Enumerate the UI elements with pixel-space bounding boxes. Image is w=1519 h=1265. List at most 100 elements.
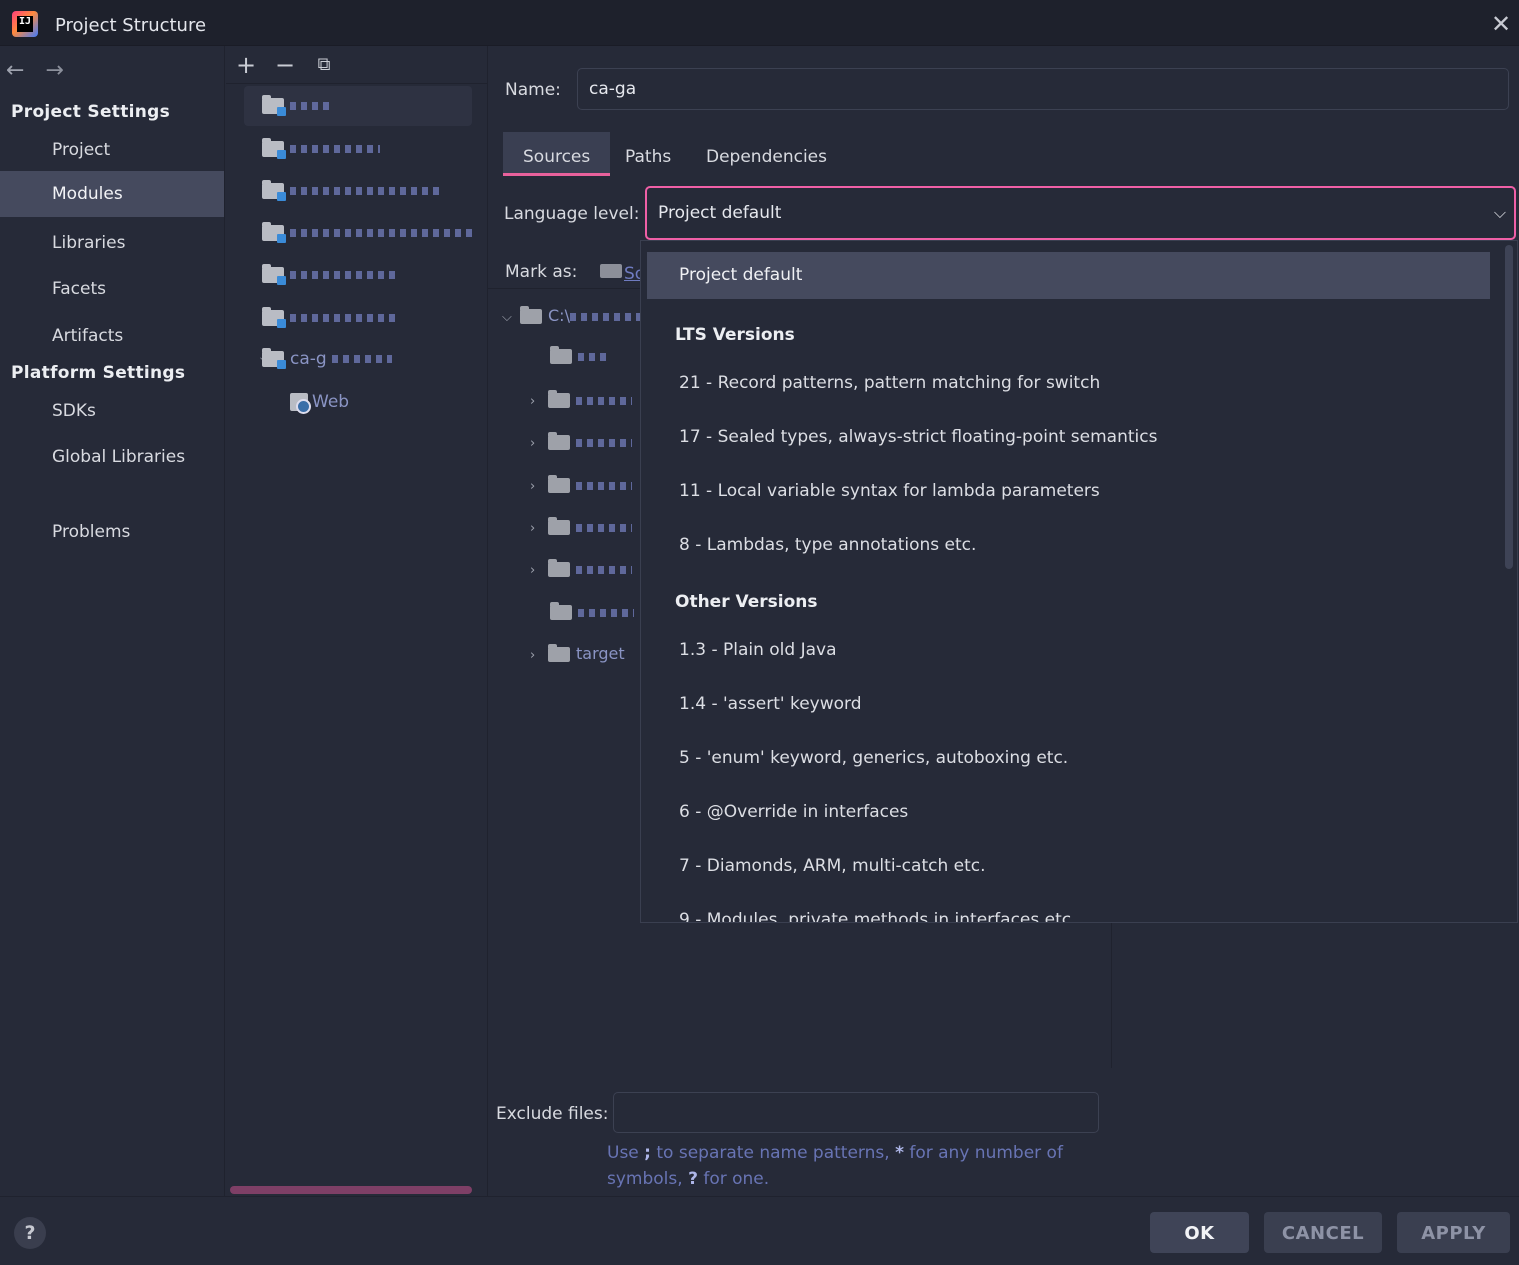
exclude-files-hint: Use ; to separate name patterns, * for a… bbox=[607, 1143, 1063, 1189]
lts-versions-header: LTS Versions bbox=[675, 325, 795, 345]
other-versions-header: Other Versions bbox=[675, 592, 818, 612]
chevron-right-icon[interactable]: › bbox=[530, 472, 548, 502]
name-label: Name: bbox=[505, 80, 561, 100]
language-option[interactable]: 17 - Sealed types, always-strict floatin… bbox=[679, 422, 1157, 452]
language-option[interactable]: 1.4 - 'assert' keyword bbox=[679, 689, 862, 719]
facet-row-web[interactable]: Web bbox=[244, 382, 472, 422]
folder-row[interactable]: › bbox=[530, 385, 632, 415]
folder-icon bbox=[548, 432, 570, 450]
chevron-down-icon[interactable]: ⌵ bbox=[502, 303, 520, 333]
language-option-project-default[interactable]: Project default bbox=[647, 252, 1490, 299]
back-arrow-icon[interactable]: ← bbox=[6, 58, 40, 83]
module-folder-icon bbox=[262, 138, 286, 159]
folder-icon bbox=[520, 306, 542, 324]
content-root-path: C:\ bbox=[548, 306, 570, 325]
folder-icon bbox=[548, 475, 570, 493]
language-level-label: Language level: bbox=[504, 204, 640, 224]
target-folder-name: target bbox=[576, 644, 625, 663]
cancel-button[interactable]: CANCEL bbox=[1264, 1212, 1382, 1253]
language-option[interactable]: 21 - Record patterns, pattern matching f… bbox=[679, 368, 1100, 398]
horizontal-scrollbar[interactable] bbox=[230, 1186, 472, 1194]
module-row[interactable] bbox=[244, 213, 472, 253]
language-option[interactable]: 9 - Modules, private methods in interfac… bbox=[679, 905, 1077, 922]
chevron-right-icon[interactable]: › bbox=[530, 387, 548, 417]
mark-as-label: Mark as: bbox=[505, 262, 578, 282]
module-folder-icon bbox=[262, 180, 286, 201]
history-nav: ← → bbox=[6, 58, 79, 83]
module-folder-icon bbox=[262, 222, 286, 243]
tab-paths[interactable]: Paths bbox=[625, 132, 671, 176]
close-icon[interactable]: ✕ bbox=[1489, 12, 1513, 36]
add-icon[interactable]: + bbox=[233, 52, 259, 78]
language-level-dropdown: Project default LTS Versions 21 - Record… bbox=[640, 240, 1518, 923]
nav-item-global-libraries[interactable]: Global Libraries bbox=[0, 434, 224, 480]
module-row[interactable] bbox=[244, 298, 472, 338]
module-folder-icon bbox=[262, 307, 286, 328]
remove-icon[interactable]: − bbox=[272, 52, 298, 78]
sources-folder-icon bbox=[600, 264, 622, 278]
chevron-down-icon: ⌵ bbox=[1493, 203, 1506, 222]
module-row[interactable] bbox=[244, 171, 472, 211]
folder-row[interactable]: › bbox=[530, 512, 632, 542]
apply-button[interactable]: APPLY bbox=[1397, 1212, 1510, 1253]
language-option[interactable]: 7 - Diamonds, ARM, multi-catch etc. bbox=[679, 851, 986, 881]
folder-icon bbox=[550, 346, 572, 364]
nav-item-facets[interactable]: Facets bbox=[0, 266, 224, 312]
forward-arrow-icon[interactable]: → bbox=[45, 58, 79, 83]
language-level-select[interactable]: Project default ⌵ bbox=[645, 186, 1516, 240]
title-bar: IJ Project Structure ✕ bbox=[0, 0, 1519, 46]
nav-item-artifacts[interactable]: Artifacts bbox=[0, 313, 224, 359]
module-tree-panel: + − ⧉ ⌵ca-g Web bbox=[226, 46, 488, 1196]
tab-sources[interactable]: Sources bbox=[503, 132, 611, 176]
folder-icon bbox=[548, 517, 570, 535]
folder-icon bbox=[548, 390, 570, 408]
language-option[interactable]: 6 - @Override in interfaces bbox=[679, 797, 908, 827]
chevron-right-icon[interactable]: › bbox=[530, 556, 548, 586]
language-option[interactable]: 1.3 - Plain old Java bbox=[679, 635, 837, 665]
module-row-expanded[interactable]: ⌵ca-g bbox=[244, 339, 472, 379]
chevron-right-icon[interactable]: › bbox=[530, 429, 548, 459]
module-name: ca-g bbox=[290, 349, 327, 369]
project-settings-header: Project Settings bbox=[11, 102, 171, 122]
exclude-files-input[interactable] bbox=[613, 1092, 1099, 1133]
module-row[interactable] bbox=[244, 129, 472, 169]
module-row[interactable] bbox=[244, 255, 472, 295]
web-facet-icon bbox=[290, 393, 311, 414]
language-level-value: Project default bbox=[658, 203, 782, 223]
module-folder-icon bbox=[262, 95, 286, 116]
exclude-files-label: Exclude files: bbox=[496, 1104, 609, 1124]
chevron-right-icon[interactable]: › bbox=[530, 514, 548, 544]
nav-item-project[interactable]: Project bbox=[0, 127, 224, 173]
copy-icon[interactable]: ⧉ bbox=[311, 52, 337, 78]
content-root-row[interactable]: ⌵ C:\ bbox=[502, 301, 640, 331]
folder-row[interactable]: › bbox=[530, 427, 632, 457]
language-option[interactable]: 8 - Lambdas, type annotations etc. bbox=[679, 530, 976, 560]
nav-item-modules[interactable]: Modules bbox=[0, 171, 224, 217]
ok-button[interactable]: OK bbox=[1150, 1212, 1249, 1253]
module-folder-icon bbox=[262, 348, 286, 369]
language-option[interactable]: 5 - 'enum' keyword, generics, autoboxing… bbox=[679, 743, 1068, 773]
help-icon[interactable]: ? bbox=[14, 1217, 46, 1249]
module-row[interactable] bbox=[244, 86, 472, 126]
folder-row[interactable] bbox=[550, 341, 608, 371]
nav-item-problems[interactable]: Problems bbox=[0, 509, 224, 555]
folder-icon bbox=[548, 559, 570, 577]
module-toolbar: + − ⧉ bbox=[226, 46, 488, 84]
folder-icon bbox=[548, 644, 570, 662]
settings-nav: ← → Project Settings Project Modules Lib… bbox=[0, 46, 225, 1196]
dropdown-scrollbar[interactable] bbox=[1505, 245, 1513, 569]
facet-name: Web bbox=[312, 392, 350, 412]
module-name-input[interactable]: ca-ga bbox=[577, 68, 1509, 110]
folder-row[interactable] bbox=[550, 597, 634, 627]
folder-icon bbox=[550, 602, 572, 620]
folder-row[interactable]: › bbox=[530, 554, 632, 584]
nav-item-sdks[interactable]: SDKs bbox=[0, 388, 224, 434]
platform-settings-header: Platform Settings bbox=[11, 363, 186, 383]
tab-dependencies[interactable]: Dependencies bbox=[706, 132, 827, 176]
nav-item-libraries[interactable]: Libraries bbox=[0, 220, 224, 266]
module-folder-icon bbox=[262, 264, 286, 285]
folder-row[interactable]: › bbox=[530, 470, 632, 500]
language-option[interactable]: 11 - Local variable syntax for lambda pa… bbox=[679, 476, 1100, 506]
folder-row-target[interactable]: › target bbox=[530, 639, 625, 669]
chevron-right-icon[interactable]: › bbox=[530, 641, 548, 671]
